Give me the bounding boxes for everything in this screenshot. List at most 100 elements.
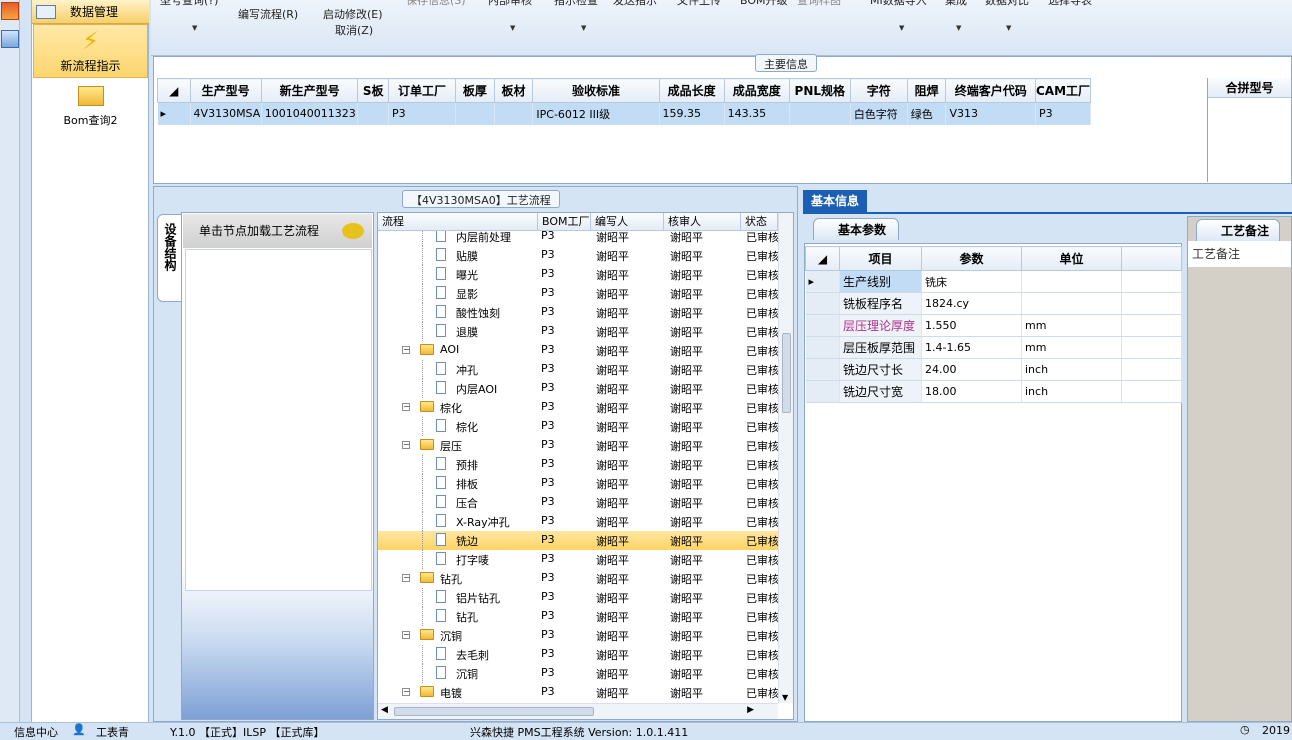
table-cell[interactable] [455, 102, 495, 125]
row-pointer-icon[interactable]: ▸ [805, 270, 840, 293]
table-cell[interactable]: 白色字符 [850, 102, 908, 125]
tree-row[interactable]: 贴膜 P3 谢昭平 谢昭平 已审核 [378, 246, 778, 265]
dropdown-arrow-icon[interactable]: ▼ [510, 24, 515, 32]
structure-tree[interactable] [185, 249, 372, 591]
dropdown-arrow-icon[interactable]: ▼ [956, 24, 961, 32]
table-cell[interactable]: P3 [388, 102, 457, 125]
column-header[interactable]: CAM工厂 [1034, 78, 1092, 103]
table-cell[interactable]: 4V3130MSA0 [190, 102, 262, 125]
column-header[interactable]: 新生产型号 [260, 78, 359, 103]
table-cell[interactable]: P3 [1035, 102, 1092, 125]
tree-row[interactable]: 显影 P3 谢昭平 谢昭平 已审核 [378, 284, 778, 303]
tree-row[interactable]: 酸性蚀刻 P3 谢昭平 谢昭平 已审核 [378, 303, 778, 322]
horizontal-scrollbar[interactable]: ◀ ▶ [378, 703, 778, 719]
tree-row[interactable]: X-Ray冲孔 P3 谢昭平 谢昭平 已审核 [378, 512, 778, 531]
ribbon-write-flow[interactable]: 编写流程(R) [238, 6, 298, 22]
tree-row[interactable]: 铣边 P3 谢昭平 谢昭平 已审核 [378, 531, 778, 550]
column-header[interactable]: 阻焊 [906, 78, 947, 103]
param-value[interactable]: 1824.cy [921, 292, 1022, 315]
tree-row[interactable]: 预排 P3 谢昭平 谢昭平 已审核 [378, 455, 778, 474]
param-unit[interactable]: inch [1021, 380, 1122, 403]
nav-data-management[interactable]: 数据管理 [32, 0, 149, 24]
tree-row[interactable]: − 沉铜 P3 谢昭平 谢昭平 已审核 [378, 626, 778, 645]
column-header[interactable]: 字符 [849, 78, 908, 103]
column-header[interactable]: 终端客户代码 [945, 78, 1036, 103]
column-header[interactable]: 流程 [378, 213, 538, 231]
table-cell[interactable] [357, 102, 389, 125]
table-cell[interactable]: 143.35 [724, 102, 790, 125]
ribbon-save[interactable]: 保存信息(S) [406, 0, 466, 8]
tree-row[interactable]: − 电镀 P3 谢昭平 谢昭平 已审核 [378, 683, 778, 702]
table-cell[interactable]: V313 [945, 102, 1036, 125]
param-value[interactable]: 铣床 [921, 270, 1022, 293]
scroll-down-icon[interactable]: ▼ [782, 693, 788, 702]
dropdown-arrow-icon[interactable]: ▼ [899, 24, 904, 32]
table-cell[interactable]: 绿色 [907, 102, 947, 125]
column-header[interactable]: 单位 [1021, 246, 1122, 271]
tab-equipment-structure[interactable]: 设备结构 [157, 214, 181, 302]
tree-row[interactable]: 沉铜 P3 谢昭平 谢昭平 已审核 [378, 664, 778, 683]
column-header[interactable]: 成品长度 [658, 78, 725, 103]
param-value[interactable]: 18.00 [921, 380, 1022, 403]
table-cell[interactable] [789, 102, 851, 125]
column-header[interactable]: 成品宽度 [723, 78, 790, 103]
table-cell[interactable]: IPC-6012 III级 [532, 102, 660, 125]
tree-row[interactable]: 压合 P3 谢昭平 谢昭平 已审核 [378, 493, 778, 512]
table-row[interactable]: 铣板程序名 1824.cy [805, 292, 1182, 315]
column-header[interactable]: 验收标准 [532, 78, 660, 103]
ribbon-mi-import[interactable]: MI数据导入 [870, 0, 927, 8]
param-unit[interactable]: inch [1021, 358, 1122, 381]
column-header[interactable]: PNL规格 [788, 78, 851, 103]
ribbon-bom-upgrade[interactable]: BOM升级 [740, 0, 788, 8]
column-header[interactable]: 参数 [921, 246, 1022, 271]
tree-row[interactable]: − 层压 P3 谢昭平 谢昭平 已审核 [378, 436, 778, 455]
tree-row[interactable]: 棕化 P3 谢昭平 谢昭平 已审核 [378, 417, 778, 436]
tree-row[interactable]: 钻孔 P3 谢昭平 谢昭平 已审核 [378, 607, 778, 626]
row-selector[interactable] [805, 336, 840, 359]
table-row[interactable]: 铣边尺寸宽 18.00 inch [805, 380, 1182, 403]
column-header[interactable]: 状态 [741, 213, 778, 231]
column-header[interactable]: 订单工厂 [387, 78, 457, 103]
table-cell[interactable]: 159.35 [659, 102, 725, 125]
ribbon-check[interactable]: 指示检查 [554, 0, 598, 8]
scroll-thumb[interactable] [782, 333, 791, 413]
ribbon-model-query[interactable]: 型号查询(?) [160, 0, 218, 8]
param-unit[interactable] [1021, 292, 1122, 315]
tab-basic-info[interactable]: 基本信息 [803, 190, 868, 212]
collapse-icon[interactable]: − [402, 403, 410, 411]
table-row[interactable]: 铣边尺寸长 24.00 inch [805, 358, 1182, 381]
table-cell[interactable]: 10010400113231 [261, 102, 359, 125]
calculator-icon[interactable] [1, 30, 19, 48]
column-header[interactable]: 编写人 [591, 213, 664, 231]
column-header[interactable]: BOM工厂 [538, 213, 591, 231]
column-header[interactable]: 核审人 [664, 213, 741, 231]
column-header[interactable]: 板厚 [455, 78, 495, 103]
tree-row[interactable]: − 钻孔 P3 谢昭平 谢昭平 已审核 [378, 569, 778, 588]
table-row[interactable]: ▸ 生产线别 铣床 [805, 270, 1182, 293]
scroll-right-icon[interactable]: ▶ [747, 705, 754, 715]
collapse-icon[interactable]: − [402, 688, 410, 696]
tree-row[interactable]: 打字唛 P3 谢昭平 谢昭平 已审核 [378, 550, 778, 569]
param-value[interactable]: 24.00 [921, 358, 1022, 381]
tree-row[interactable]: 排板 P3 谢昭平 谢昭平 已审核 [378, 474, 778, 493]
tree-row[interactable]: − AOI P3 谢昭平 谢昭平 已审核 [378, 341, 778, 360]
dropdown-arrow-icon[interactable]: ▼ [192, 24, 197, 32]
row-selector[interactable] [805, 292, 840, 315]
column-header[interactable]: 项目 [839, 246, 922, 271]
dropdown-arrow-icon[interactable]: ▼ [581, 24, 586, 32]
param-unit[interactable] [1021, 270, 1122, 293]
dropdown-arrow-icon[interactable]: ▼ [1006, 24, 1011, 32]
tree-row[interactable]: 去毛刺 P3 谢昭平 谢昭平 已审核 [378, 645, 778, 664]
ribbon-cancel[interactable]: 取消(Z) [335, 22, 373, 38]
row-selector[interactable] [805, 380, 840, 403]
ribbon-sample[interactable]: 查询样图 [797, 0, 841, 8]
nav-item-new-flow[interactable]: ⚡ 新流程指示 [33, 24, 148, 78]
column-header[interactable]: 生产型号 [189, 78, 262, 103]
ribbon-start-edit[interactable]: 启动修改(E) [323, 6, 383, 22]
ribbon-internal-review[interactable]: 內部审核 [488, 0, 532, 8]
ribbon-compare[interactable]: 数据对比 [985, 0, 1029, 8]
tab-process-note[interactable]: 工艺备注 [1196, 219, 1281, 241]
vertical-scrollbar[interactable]: ▼ [778, 213, 793, 703]
tree-row[interactable]: − 棕化 P3 谢昭平 谢昭平 已审核 [378, 398, 778, 417]
tree-row[interactable]: 内层AOI P3 谢昭平 谢昭平 已审核 [378, 379, 778, 398]
